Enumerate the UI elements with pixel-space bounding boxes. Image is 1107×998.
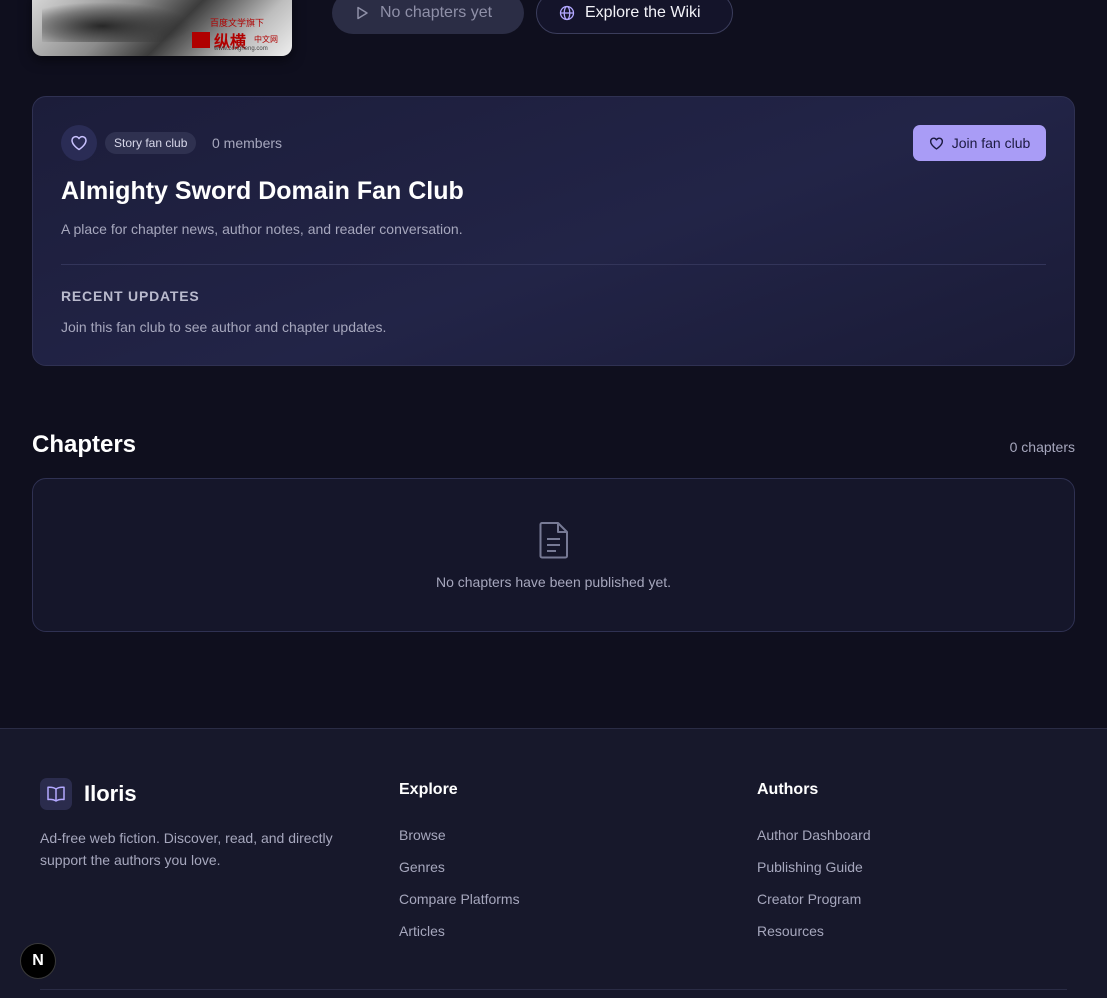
fan-club-card: Story fan club 0 members Join fan club A… [32,96,1075,366]
start-reading-label: No chapters yet [380,4,493,21]
dev-tools-badge[interactable]: N [20,943,56,979]
footer-authors-heading: Authors [757,781,819,798]
cover-stamp-url: www.zongheng.com [214,46,268,52]
brand-name[interactable]: Iloris [84,781,137,807]
chapters-heading: Chapters [32,431,137,458]
fan-club-members-count: 0 members [212,135,283,151]
book-cover-image: 百度文学旗下 纵横 中文网 www.zongheng.com [32,0,292,56]
join-fan-club-button[interactable]: Join fan club [913,125,1046,161]
explore-wiki-label: Explore the Wiki [585,4,701,21]
play-icon [357,6,368,20]
heart-icon [71,135,87,151]
cover-artwork [42,2,192,42]
join-fan-club-label: Join fan club [951,135,1031,151]
heart-icon [929,136,943,150]
fan-club-divider [61,264,1046,265]
site-logo[interactable] [40,778,72,810]
fan-club-description: A place for chapter news, author notes, … [61,221,463,237]
footer-link-publishing-guide[interactable]: Publishing Guide [757,859,871,891]
document-icon [539,522,568,559]
footer-link-resources[interactable]: Resources [757,923,871,955]
recent-updates-heading: RECENT UPDATES [61,288,200,304]
footer-explore-column: Explore Browse Genres Compare Platforms … [399,781,520,955]
globe-icon [559,5,575,21]
footer-link-genres[interactable]: Genres [399,859,520,891]
footer-link-author-dashboard[interactable]: Author Dashboard [757,827,871,859]
footer-divider [40,989,1067,990]
start-reading-button[interactable]: No chapters yet [332,0,524,34]
explore-wiki-button[interactable]: Explore the Wiki [536,0,733,34]
fan-club-badge: Story fan club [105,132,197,154]
footer-link-creator-program[interactable]: Creator Program [757,891,871,923]
book-open-icon [47,786,65,802]
cover-stamp-sub: 中文网 [254,35,278,44]
footer-link-browse[interactable]: Browse [399,827,520,859]
fan-club-icon-badge [61,125,97,161]
chapters-count: 0 chapters [1009,439,1075,455]
chapters-empty-state: No chapters have been published yet. [32,478,1075,632]
cover-publisher-logo [192,32,210,48]
site-footer: Iloris Ad-free web fiction. Discover, re… [0,728,1107,998]
footer-link-articles[interactable]: Articles [399,923,520,955]
footer-link-compare-platforms[interactable]: Compare Platforms [399,891,520,923]
footer-tagline: Ad-free web fiction. Discover, read, and… [40,830,333,868]
footer-authors-column: Authors Author Dashboard Publishing Guid… [757,781,871,955]
chapters-empty-text: No chapters have been published yet. [435,574,672,590]
recent-updates-text: Join this fan club to see author and cha… [61,319,387,335]
footer-explore-heading: Explore [399,781,458,798]
fan-club-title: Almighty Sword Domain Fan Club [61,177,464,205]
